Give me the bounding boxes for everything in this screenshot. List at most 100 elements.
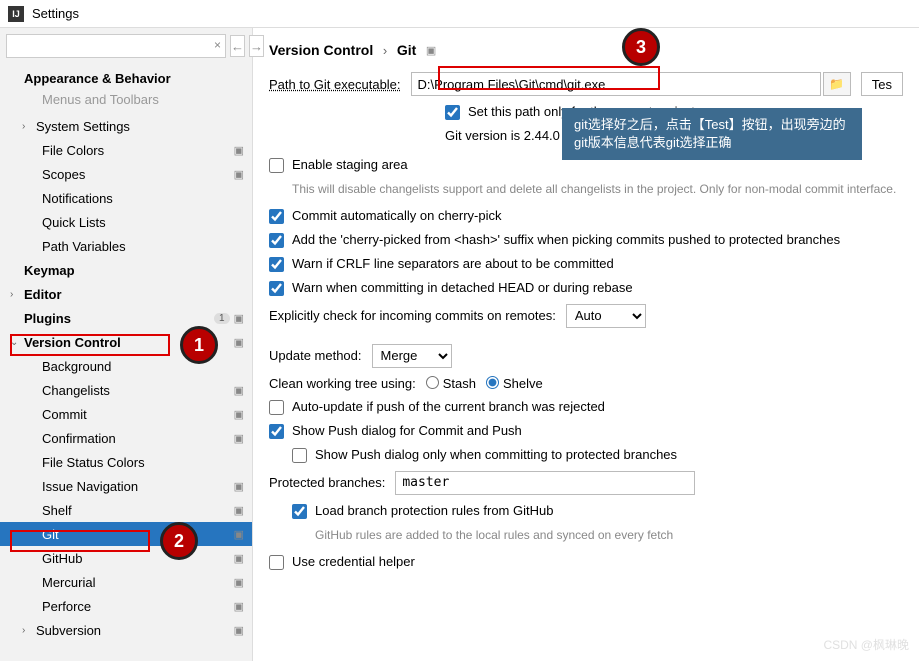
- tree-item-git[interactable]: Git▣: [0, 522, 252, 546]
- tree-item-issue-navigation[interactable]: Issue Navigation▣: [0, 474, 252, 498]
- search-input[interactable]: [6, 34, 226, 58]
- breadcrumb-leaf: Git: [397, 42, 416, 58]
- load-rules-checkbox[interactable]: [292, 504, 307, 519]
- tree-item-subversion[interactable]: ›Subversion▣: [0, 618, 252, 642]
- project-icon: ▣: [234, 576, 244, 589]
- auto-update-row: Auto-update if push of the current branc…: [269, 399, 903, 415]
- tree-item-notifications[interactable]: Notifications: [0, 186, 252, 210]
- add-suffix-row: Add the 'cherry-picked from <hash>' suff…: [269, 232, 903, 248]
- explicit-check-label: Explicitly check for incoming commits on…: [269, 308, 556, 323]
- tree-item-github[interactable]: GitHub▣: [0, 546, 252, 570]
- tree-item-file-colors[interactable]: File Colors▣: [0, 138, 252, 162]
- tree-item-label: Confirmation: [42, 431, 234, 446]
- tree-item-system-settings[interactable]: ›System Settings: [0, 114, 252, 138]
- chevron-icon: ›: [10, 289, 24, 300]
- clean-tree-row: Clean working tree using: Stash Shelve: [269, 376, 903, 391]
- tree-item-label: Plugins: [24, 311, 214, 326]
- tree-item-label: Keymap: [24, 263, 246, 278]
- tree-item-label: System Settings: [36, 119, 246, 134]
- tree-item-path-variables[interactable]: Path Variables: [0, 234, 252, 258]
- protected-input[interactable]: [395, 471, 695, 495]
- tree-item-confirmation[interactable]: Confirmation▣: [0, 426, 252, 450]
- tree-item-scopes[interactable]: Scopes▣: [0, 162, 252, 186]
- tree-item-file-status-colors[interactable]: File Status Colors: [0, 450, 252, 474]
- test-button[interactable]: Tes: [861, 72, 903, 96]
- tree-item-label: Perforce: [42, 599, 234, 614]
- tree-item-label: Scopes: [42, 167, 234, 182]
- tree-item-label: File Colors: [42, 143, 234, 158]
- nav-back-button[interactable]: ←: [230, 35, 245, 57]
- show-push-protected-row: Show Push dialog only when committing to…: [292, 447, 903, 463]
- tree-item-keymap[interactable]: Keymap: [0, 258, 252, 282]
- warn-detached-row: Warn when committing in detached HEAD or…: [269, 280, 903, 296]
- add-suffix-label: Add the 'cherry-picked from <hash>' suff…: [292, 232, 903, 247]
- load-rules-hint: GitHub rules are added to the local rule…: [315, 527, 903, 544]
- warn-detached-checkbox[interactable]: [269, 281, 284, 296]
- project-icon: ▣: [234, 336, 244, 349]
- tree-item-label: Appearance & Behavior: [24, 71, 246, 86]
- update-method-row: Update method: Merge: [269, 344, 903, 368]
- clear-icon[interactable]: ×: [214, 38, 221, 52]
- tree-item-mercurial[interactable]: Mercurial▣: [0, 570, 252, 594]
- tree-item-label: Background: [42, 359, 246, 374]
- tree-item-appearance-behavior[interactable]: Appearance & Behavior: [0, 66, 252, 90]
- commit-cherry-label: Commit automatically on cherry-pick: [292, 208, 903, 223]
- tree-item-label: GitHub: [42, 551, 234, 566]
- tree-item-changelists[interactable]: Changelists▣: [0, 378, 252, 402]
- enable-staging-checkbox[interactable]: [269, 158, 284, 173]
- annotation-tooltip: git选择好之后，点击【Test】按钮，出现旁边的git版本信息代表git选择正…: [562, 108, 862, 160]
- project-icon: ▣: [234, 168, 244, 181]
- project-icon: ▣: [234, 600, 244, 613]
- set-path-project-checkbox[interactable]: [445, 105, 460, 120]
- update-method-select[interactable]: Merge: [372, 344, 452, 368]
- tree-item-label: Menus and Toolbars: [42, 92, 246, 107]
- warn-crlf-label: Warn if CRLF line separators are about t…: [292, 256, 903, 271]
- callout-2: 2: [160, 522, 198, 560]
- clean-tree-label: Clean working tree using:: [269, 376, 416, 391]
- stash-option[interactable]: Stash: [426, 376, 476, 391]
- project-icon: ▣: [234, 624, 244, 637]
- tree-item-quick-lists[interactable]: Quick Lists: [0, 210, 252, 234]
- enable-staging-hint: This will disable changelists support an…: [292, 181, 903, 198]
- badge: 1: [214, 313, 230, 324]
- tree-item-background[interactable]: Background: [0, 354, 252, 378]
- auto-update-checkbox[interactable]: [269, 400, 284, 415]
- explicit-check-select[interactable]: Auto: [566, 304, 646, 328]
- add-suffix-checkbox[interactable]: [269, 233, 284, 248]
- breadcrumb-sep: ›: [383, 43, 387, 58]
- app-logo: IJ: [8, 6, 24, 22]
- window-title: Settings: [32, 6, 79, 21]
- chevron-icon: ›: [22, 625, 36, 636]
- tree-item-label: Notifications: [42, 191, 246, 206]
- breadcrumb-root[interactable]: Version Control: [269, 42, 373, 58]
- explicit-check-row: Explicitly check for incoming commits on…: [269, 304, 903, 328]
- tree-item-commit[interactable]: Commit▣: [0, 402, 252, 426]
- cred-helper-checkbox[interactable]: [269, 555, 284, 570]
- tree-item-editor[interactable]: ›Editor: [0, 282, 252, 306]
- project-icon: ▣: [234, 408, 244, 421]
- watermark: CSDN @枫琳晚: [823, 636, 909, 653]
- tree-item-label: Subversion: [36, 623, 234, 638]
- breadcrumb: Version Control › Git ▣: [269, 42, 903, 58]
- warn-detached-label: Warn when committing in detached HEAD or…: [292, 280, 903, 295]
- warn-crlf-checkbox[interactable]: [269, 257, 284, 272]
- tree-item-perforce[interactable]: Perforce▣: [0, 594, 252, 618]
- commit-cherry-checkbox[interactable]: [269, 209, 284, 224]
- project-icon: ▣: [234, 480, 244, 493]
- protected-label: Protected branches:: [269, 475, 385, 490]
- tree-item-label: Mercurial: [42, 575, 234, 590]
- tree-item-plugins[interactable]: Plugins1▣: [0, 306, 252, 330]
- git-path-input[interactable]: [411, 72, 821, 96]
- tree-item-label: Editor: [24, 287, 246, 302]
- tree-item-menus-and-toolbars[interactable]: Menus and Toolbars: [0, 90, 252, 114]
- tree-item-label: File Status Colors: [42, 455, 246, 470]
- tree-item-shelf[interactable]: Shelf▣: [0, 498, 252, 522]
- show-push-protected-checkbox[interactable]: [292, 448, 307, 463]
- tree-item-label: Path Variables: [42, 239, 246, 254]
- cred-helper-row: Use credential helper: [269, 554, 903, 570]
- browse-button[interactable]: 📁: [823, 72, 851, 96]
- shelve-option[interactable]: Shelve: [486, 376, 543, 391]
- show-push-checkbox[interactable]: [269, 424, 284, 439]
- load-rules-label: Load branch protection rules from GitHub: [315, 503, 903, 518]
- auto-update-label: Auto-update if push of the current branc…: [292, 399, 903, 414]
